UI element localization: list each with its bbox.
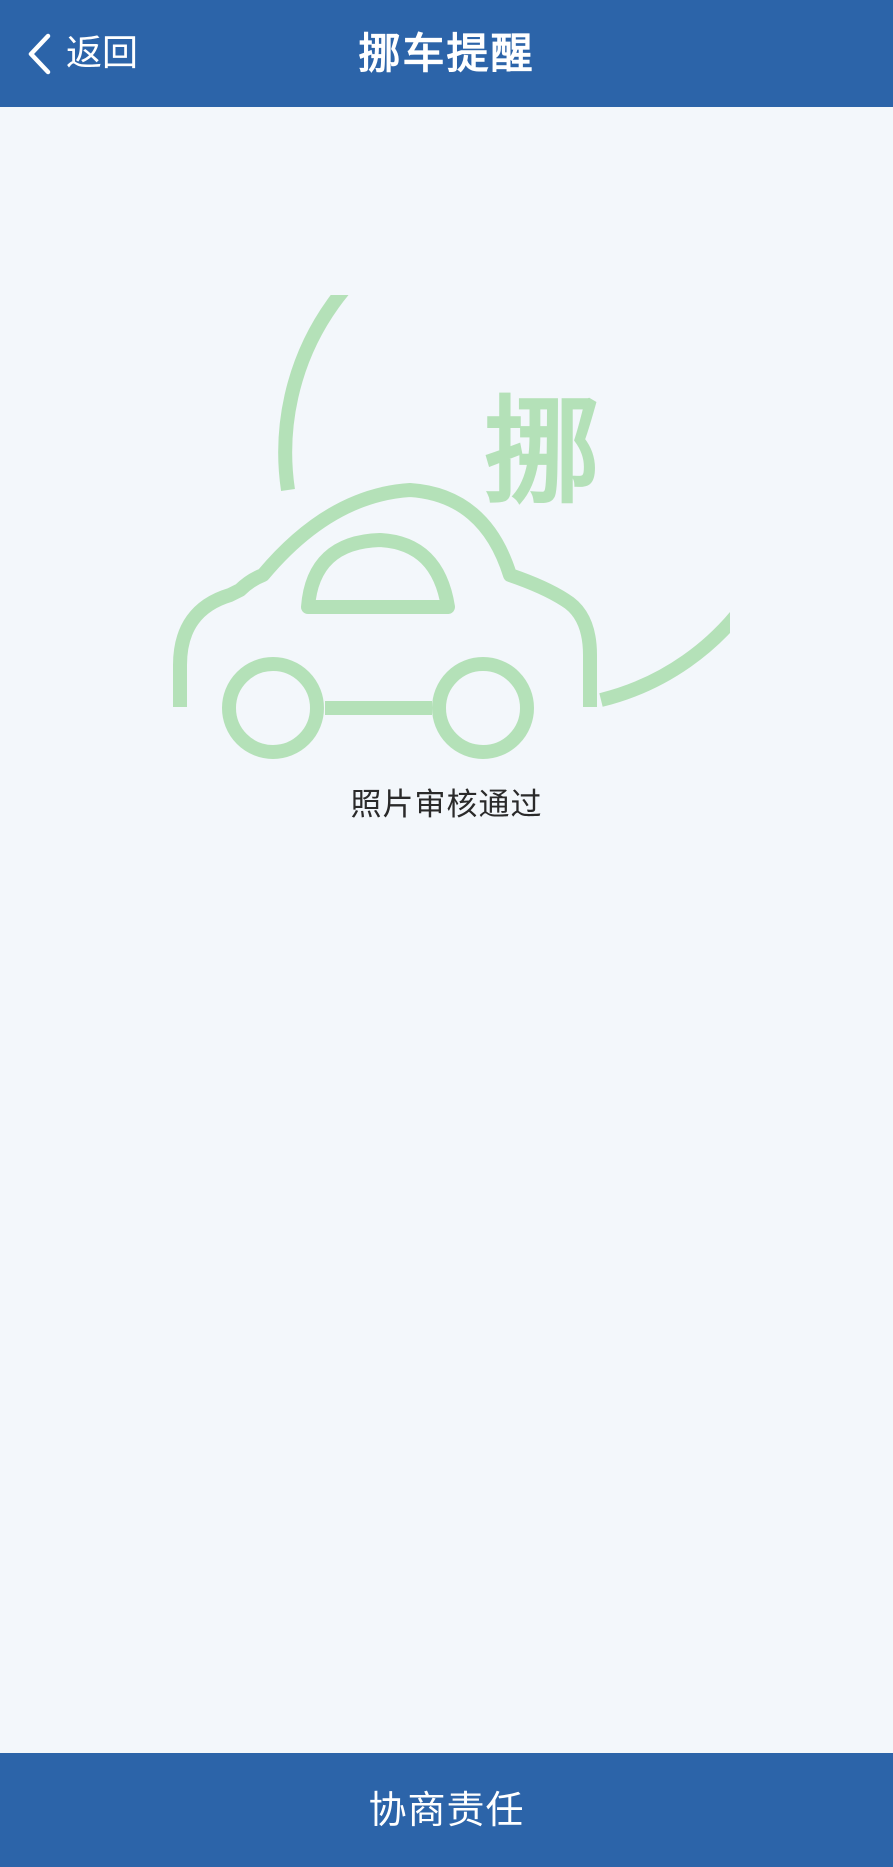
- back-label: 返回: [66, 33, 139, 74]
- front-wheel: [222, 657, 324, 759]
- page: 返回 挪车提醒 挪 照片审核通过 协商责任: [0, 0, 893, 1867]
- car-move-illustration: [170, 295, 730, 765]
- review-status-text: 照片审核通过: [350, 787, 543, 823]
- chevron-left-icon: [28, 33, 51, 75]
- rear-wheel: [432, 657, 534, 759]
- move-car-badge-char: 挪: [484, 385, 600, 520]
- negotiate-responsibility-button[interactable]: 协商责任: [0, 1753, 893, 1867]
- car-move-icon: [173, 295, 730, 759]
- header-bar: 返回 挪车提醒: [0, 0, 893, 107]
- back-button[interactable]: 返回: [26, 24, 138, 84]
- car-window: [301, 533, 455, 614]
